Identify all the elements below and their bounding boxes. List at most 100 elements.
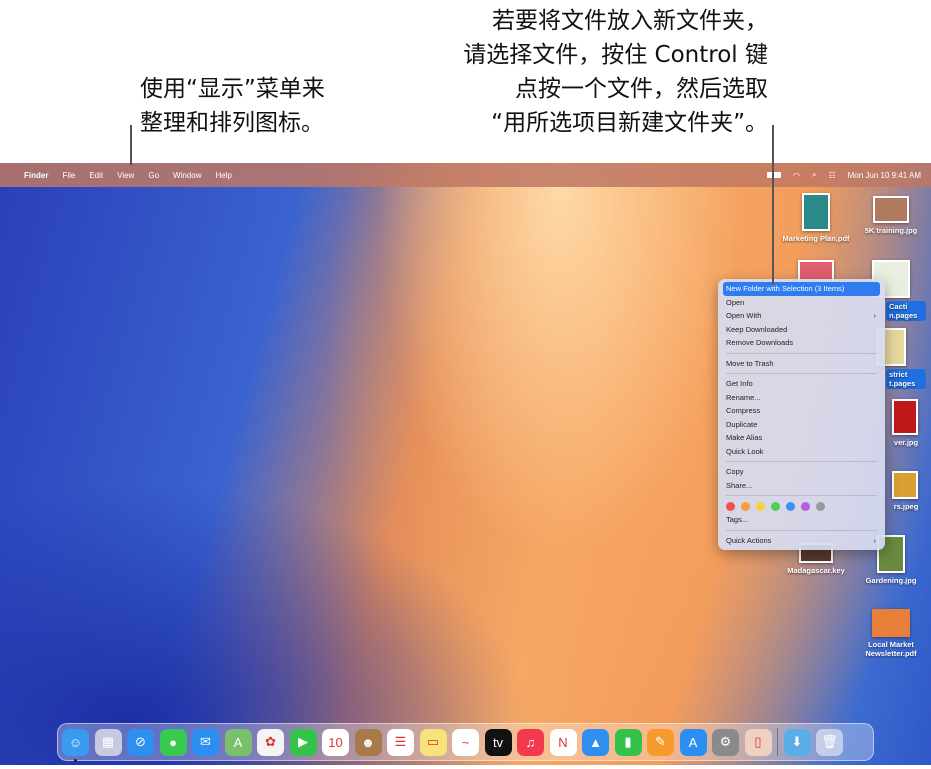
menu-finder[interactable]: Finder bbox=[24, 171, 48, 180]
callout-leader-left bbox=[130, 125, 132, 165]
messages-icon[interactable]: ● bbox=[159, 728, 187, 756]
dock-separator bbox=[777, 728, 778, 756]
app-store-icon[interactable]: A bbox=[679, 728, 707, 756]
control-center-icon[interactable]: ☷ bbox=[828, 171, 835, 180]
pdf-thumbnail bbox=[802, 193, 830, 231]
file-5k-training[interactable]: 5K training.jpg bbox=[856, 196, 926, 235]
calendar-icon[interactable]: 10 bbox=[322, 728, 349, 756]
wifi-icon[interactable]: ◠ bbox=[793, 171, 800, 180]
downloads-folder-icon[interactable]: ⬇ bbox=[783, 728, 811, 756]
menu-item-quick-actions[interactable]: Quick Actions › bbox=[723, 534, 880, 548]
file-label: strict t.pages bbox=[886, 369, 926, 389]
menu-item-share[interactable]: Share... bbox=[723, 479, 880, 493]
menu-view[interactable]: View bbox=[117, 171, 134, 180]
file-label: Gardening.jpg bbox=[865, 576, 917, 585]
file-label: Marketing Plan.pdf bbox=[782, 234, 850, 243]
callout-line: 使用“显示”菜单来 bbox=[140, 76, 325, 102]
menu-separator bbox=[726, 373, 877, 374]
file-marketing-plan[interactable]: Marketing Plan.pdf bbox=[781, 193, 851, 243]
menu-help[interactable]: Help bbox=[215, 171, 231, 180]
menu-item-tags[interactable]: Tags... bbox=[723, 513, 880, 527]
tag-color-dot[interactable] bbox=[726, 501, 735, 511]
menu-item-new-folder-with-selection[interactable]: New Folder with Selection (3 Items) bbox=[723, 282, 880, 296]
menu-item-move-to-trash[interactable]: Move to Trash bbox=[723, 357, 880, 371]
running-indicator bbox=[74, 758, 77, 762]
menu-item-label: Quick Actions bbox=[726, 535, 772, 545]
keynote-icon[interactable]: ▲ bbox=[582, 728, 609, 756]
tag-color-dot[interactable] bbox=[771, 501, 780, 511]
pdf-thumbnail bbox=[872, 609, 910, 637]
tv-icon[interactable]: tv bbox=[484, 728, 512, 756]
file-label: Cacti n.pages bbox=[886, 301, 926, 321]
menu-item-rename[interactable]: Rename... bbox=[723, 391, 880, 405]
photo-thumbnail bbox=[873, 196, 909, 223]
callout-view-menu: 使用“显示”菜单来 整理和排列图标。 bbox=[140, 72, 325, 140]
system-settings-icon[interactable]: ⚙ bbox=[712, 728, 739, 756]
menu-separator bbox=[726, 461, 877, 462]
callout-leader-right bbox=[772, 125, 774, 285]
callout-line: 点按一个文件，然后选取 bbox=[515, 76, 768, 102]
safari-icon[interactable]: ⊘ bbox=[127, 728, 154, 756]
file-label: Madagascar.key bbox=[787, 566, 845, 575]
menu-item-make-alias[interactable]: Make Alias bbox=[723, 431, 880, 445]
menu-separator bbox=[726, 529, 877, 531]
tag-colors bbox=[723, 499, 880, 513]
photo-thumbnail bbox=[892, 399, 918, 435]
pages-icon[interactable]: ✎ bbox=[647, 728, 674, 756]
menu-item-open-with[interactable]: Open With › bbox=[723, 309, 880, 323]
numbers-icon[interactable]: ▮ bbox=[614, 728, 642, 756]
file-label: rs.jpeg bbox=[893, 502, 919, 511]
callout-line: 请选择文件，按住 Control 键 bbox=[463, 42, 768, 68]
file-label: Local Market Newsletter.pdf bbox=[865, 640, 917, 658]
trash-icon[interactable]: 🗑 bbox=[816, 728, 843, 756]
menu-edit[interactable]: Edit bbox=[89, 171, 103, 180]
context-menu: New Folder with Selection (3 Items) Open… bbox=[718, 279, 885, 550]
menu-item-keep-downloaded[interactable]: Keep Downloaded bbox=[723, 323, 880, 337]
menu-item-duplicate[interactable]: Duplicate bbox=[723, 418, 880, 432]
photo-thumbnail bbox=[892, 471, 918, 499]
callout-line: 整理和排列图标。 bbox=[140, 110, 324, 136]
iphone-mirroring-icon[interactable]: ▯ bbox=[744, 728, 772, 756]
menu-file[interactable]: File bbox=[62, 171, 75, 180]
menu-item-copy[interactable]: Copy bbox=[723, 465, 880, 479]
chevron-right-icon: › bbox=[873, 311, 877, 320]
menu-window[interactable]: Window bbox=[173, 171, 201, 180]
news-icon[interactable]: N bbox=[549, 728, 577, 756]
file-label: 5K training.jpg bbox=[864, 226, 918, 235]
clock[interactable]: Mon Jun 10 9:41 AM bbox=[848, 171, 921, 180]
photos-icon[interactable]: ✿ bbox=[257, 728, 284, 756]
mail-icon[interactable]: ✉ bbox=[192, 728, 219, 756]
facetime-icon[interactable]: ▶ bbox=[289, 728, 317, 756]
menu-item-compress[interactable]: Compress bbox=[723, 404, 880, 418]
finder-icon[interactable]: ☺ bbox=[62, 728, 89, 762]
launchpad-icon[interactable]: ▦ bbox=[94, 728, 122, 756]
contacts-icon[interactable]: ☻ bbox=[354, 728, 382, 756]
menu-bar: Finder File Edit View Go Window Help ◠ ⌕… bbox=[0, 163, 931, 187]
menu-item-open[interactable]: Open bbox=[723, 296, 880, 310]
menu-item-remove-downloads[interactable]: Remove Downloads bbox=[723, 336, 880, 350]
menu-item-quick-look[interactable]: Quick Look bbox=[723, 445, 880, 459]
menu-item-get-info[interactable]: Get Info bbox=[723, 377, 880, 391]
music-icon[interactable]: ♫ bbox=[517, 728, 544, 756]
desktop: Finder File Edit View Go Window Help ◠ ⌕… bbox=[0, 163, 931, 765]
callout-new-folder: 若要将文件放入新文件夹， 请选择文件，按住 Control 键点按一个文件，然后选… bbox=[463, 4, 768, 140]
chevron-right-icon: › bbox=[873, 535, 877, 545]
file-local-market-newsletter[interactable]: Local Market Newsletter.pdf bbox=[856, 609, 926, 658]
reminders-icon[interactable]: ☰ bbox=[387, 728, 414, 756]
notes-icon[interactable]: ▭ bbox=[419, 728, 447, 756]
tag-color-dot[interactable] bbox=[756, 501, 765, 511]
menu-separator bbox=[726, 352, 877, 354]
tag-color-dot[interactable] bbox=[801, 501, 810, 511]
menu-go[interactable]: Go bbox=[148, 171, 159, 180]
menu-separator bbox=[726, 495, 877, 496]
dock: ☺ ▦ ⊘ ● ✉ A ✿ ▶ 10 ☻ ☰ ▭ ~ tv ♫ N ▲ ▮ ✎ A ⚙ ▯ ⬇ 🗑 bbox=[57, 723, 874, 762]
file-label: ver.jpg bbox=[893, 438, 919, 447]
maps-icon[interactable]: A bbox=[224, 728, 252, 756]
callout-line: “用所选项目新建文件夹”。 bbox=[491, 110, 768, 136]
tag-color-dot[interactable] bbox=[816, 501, 825, 511]
callout-line: 若要将文件放入新文件夹， bbox=[492, 8, 768, 34]
freeform-icon[interactable]: ~ bbox=[452, 728, 479, 756]
search-icon[interactable]: ⌕ bbox=[812, 170, 816, 180]
tag-color-dot[interactable] bbox=[786, 501, 795, 511]
tag-color-dot[interactable] bbox=[741, 501, 750, 511]
